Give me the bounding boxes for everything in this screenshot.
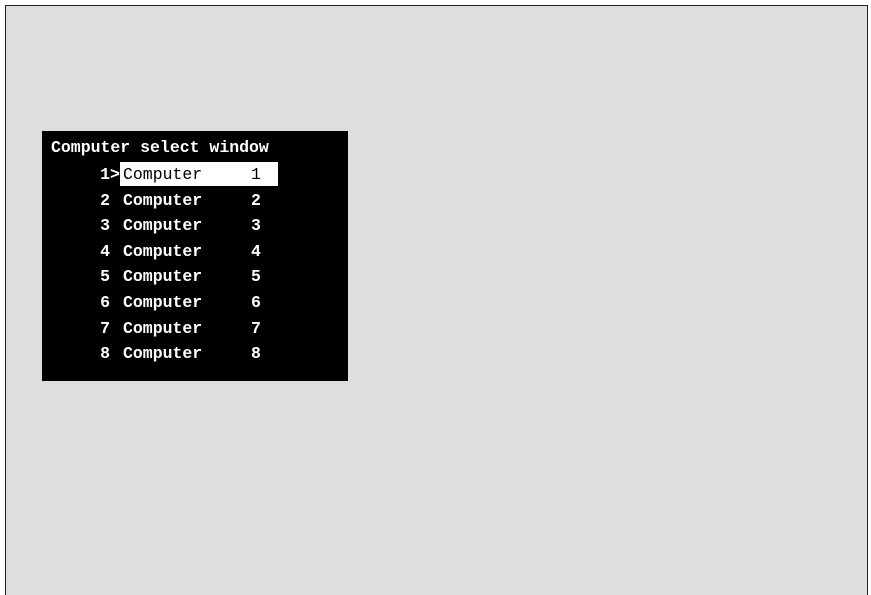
computer-name-field[interactable]: Computer 7	[120, 316, 278, 340]
computer-id: 1	[251, 165, 261, 184]
computer-id: 6	[251, 292, 261, 312]
computer-list-item[interactable]: 7 Computer 7	[42, 316, 348, 342]
computer-name: Computer	[123, 292, 203, 312]
computer-number: 4	[100, 241, 110, 261]
computer-list-item[interactable]: 1 > Computer 1	[42, 162, 348, 188]
computer-name: Computer	[123, 344, 203, 364]
computer-number: 6	[100, 292, 110, 312]
computer-list: 1 > Computer 1 2 Computer 2 3 Computer 3 4 Computer…	[42, 162, 348, 367]
computer-name-field[interactable]: Computer 1	[120, 162, 278, 186]
computer-id: 3	[251, 216, 261, 236]
selection-cursor-icon: >	[110, 165, 120, 184]
computer-name-field[interactable]: Computer 5	[120, 264, 278, 288]
computer-list-item[interactable]: 3 Computer 3	[42, 213, 348, 239]
computer-id: 2	[251, 190, 261, 210]
computer-number: 5	[100, 267, 110, 287]
computer-number: 8	[100, 344, 110, 364]
computer-id: 4	[251, 241, 261, 261]
window-title: Computer select window	[51, 138, 269, 157]
computer-name-field[interactable]: Computer 6	[120, 290, 278, 314]
computer-list-item[interactable]: 5 Computer 5	[42, 264, 348, 290]
computer-name-field[interactable]: Computer 2	[120, 188, 278, 212]
computer-name: Computer	[123, 216, 203, 236]
computer-number: 2	[100, 190, 110, 210]
computer-select-window: Computer select window 1 > Computer 1 2 Compu…	[42, 131, 348, 381]
computer-list-item[interactable]: 2 Computer 2	[42, 188, 348, 214]
computer-name: Computer	[123, 241, 203, 261]
computer-list-item[interactable]: 8 Computer 8	[42, 341, 348, 367]
computer-name-field[interactable]: Computer 8	[120, 341, 278, 365]
computer-list-item[interactable]: 4 Computer 4	[42, 239, 348, 265]
computer-id: 5	[251, 267, 261, 287]
kvm-screen: Computer select window 1 > Computer 1 2 Compu…	[5, 5, 868, 595]
computer-id: 7	[251, 318, 261, 338]
computer-list-item[interactable]: 6 Computer 6	[42, 290, 348, 316]
computer-name: Computer	[123, 318, 203, 338]
computer-number: 1	[100, 165, 110, 184]
computer-number: 3	[100, 216, 110, 236]
computer-name: Computer	[123, 165, 203, 184]
computer-name: Computer	[123, 190, 203, 210]
computer-id: 8	[251, 344, 261, 364]
computer-name-field[interactable]: Computer 4	[120, 239, 278, 263]
computer-number: 7	[100, 318, 110, 338]
computer-name: Computer	[123, 267, 203, 287]
computer-name-field[interactable]: Computer 3	[120, 213, 278, 237]
